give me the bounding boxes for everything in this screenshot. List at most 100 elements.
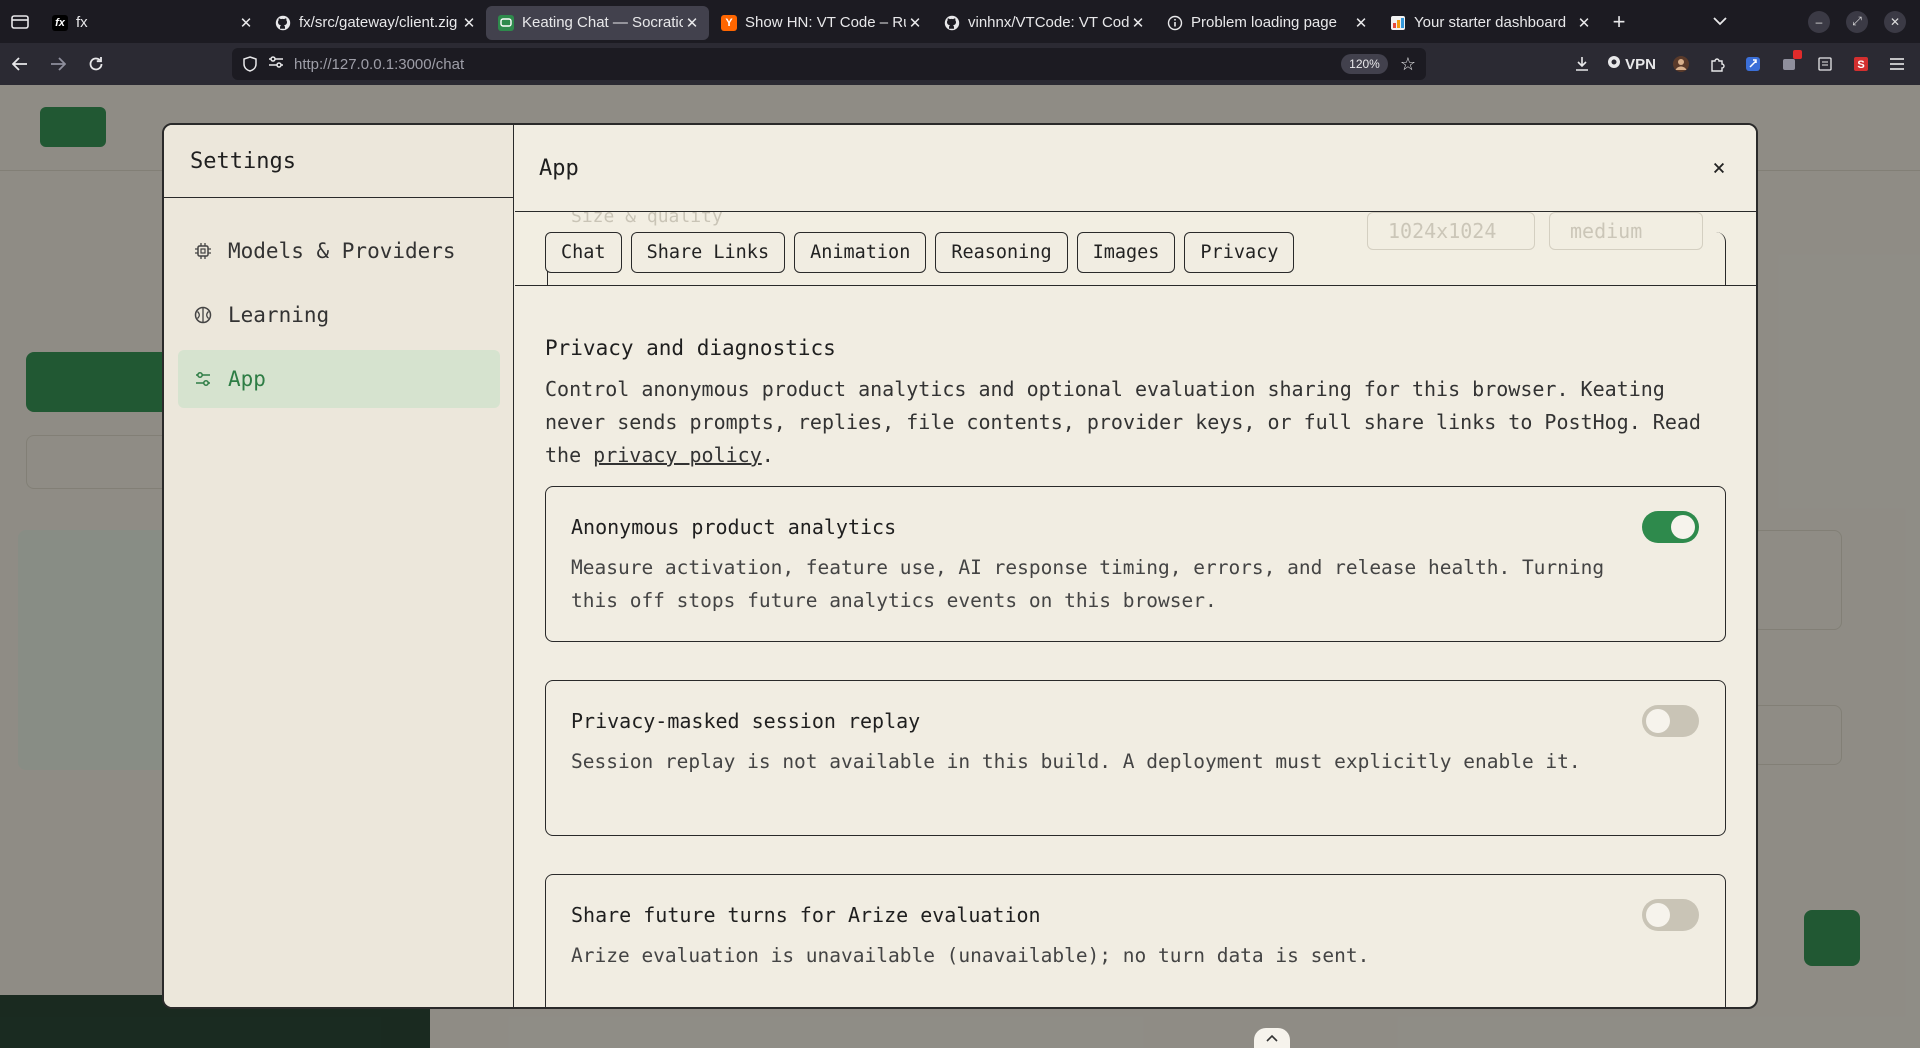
setting-description: Session replay is not available in this … <box>571 750 1581 773</box>
arize-evaluation-toggle[interactable] <box>1642 899 1699 931</box>
setting-title: Privacy-masked session replay <box>571 709 921 733</box>
nav-item-models-providers[interactable]: Models & Providers <box>178 222 500 280</box>
svg-text:S: S <box>1857 59 1864 71</box>
reload-icon[interactable] <box>78 48 114 80</box>
address-bar[interactable]: http://127.0.0.1:3000/chat 120% ☆ <box>232 48 1426 80</box>
github-favicon-icon <box>275 15 291 31</box>
nav-item-learning[interactable]: Learning <box>178 286 500 344</box>
browser-tab[interactable]: vinhnx/VTCode: VT Code ✕ <box>932 6 1155 40</box>
tab-title: Your starter dashboard <box>1414 14 1567 31</box>
tab-reasoning[interactable]: Reasoning <box>935 232 1068 273</box>
tab-title: vinhnx/VTCode: VT Code <box>968 14 1129 31</box>
window-controls: – ⤢ ✕ <box>1700 0 1920 43</box>
toolbar-extensions: VPN S <box>1571 43 1908 85</box>
close-tab-icon[interactable]: ✕ <box>1129 14 1147 32</box>
bitwarden-extension-icon[interactable] <box>1742 53 1764 75</box>
browser-tab[interactable]: Your starter dashboard ✕ <box>1378 6 1601 40</box>
tab-title: fx <box>76 14 88 31</box>
ghost-size-quality-label: Size & quality <box>571 212 723 227</box>
toggle-knob <box>1646 709 1670 733</box>
toggle-knob <box>1646 903 1670 927</box>
firefox-view-icon[interactable] <box>0 0 40 43</box>
browser-tab-active[interactable]: Keating Chat — Socratic ✕ <box>486 5 709 40</box>
vpn-label: VPN <box>1625 55 1656 73</box>
download-icon[interactable] <box>1571 53 1593 75</box>
session-replay-setting-card: Privacy-masked session replay Session re… <box>545 680 1726 836</box>
nav-item-app[interactable]: App <box>178 350 500 408</box>
s-extension-icon[interactable]: S <box>1850 53 1872 75</box>
session-replay-toggle[interactable] <box>1642 705 1699 737</box>
browser-tab[interactable]: Problem loading page ✕ <box>1155 6 1378 40</box>
menu-hamburger-icon[interactable] <box>1886 53 1908 75</box>
tab-images[interactable]: Images <box>1076 232 1176 273</box>
tab-share-links[interactable]: Share Links <box>630 232 786 273</box>
reader-view-icon[interactable] <box>1814 53 1836 75</box>
browser-nav-bar: http://127.0.0.1:3000/chat 120% ☆ VPN S <box>0 43 1920 85</box>
nav-item-label: App <box>228 367 266 391</box>
site-permissions-icon[interactable] <box>268 55 284 73</box>
minimize-icon[interactable]: – <box>1808 10 1830 33</box>
close-tab-icon[interactable]: ✕ <box>460 14 478 32</box>
forward-arrow-icon[interactable] <box>40 48 76 80</box>
chip-icon <box>194 241 214 261</box>
close-tab-icon[interactable]: ✕ <box>237 14 255 32</box>
tab-title: Problem loading page <box>1191 14 1337 31</box>
privacy-section-title: Privacy and diagnostics <box>545 336 836 360</box>
page-viewport: Settings Models & Providers Learning App <box>0 85 1920 1048</box>
privacy-policy-link[interactable]: privacy policy <box>593 443 762 467</box>
tab-title: Show HN: VT Code – Rust <box>745 14 906 31</box>
new-tab-plus-icon[interactable]: + <box>1601 9 1637 35</box>
sliders-icon <box>194 369 214 389</box>
keating-favicon-icon <box>498 14 514 31</box>
back-arrow-icon[interactable] <box>2 48 38 80</box>
extensions-puzzle-icon[interactable] <box>1706 53 1728 75</box>
tab-chat[interactable]: Chat <box>545 232 622 273</box>
nav-item-label: Learning <box>228 303 330 327</box>
browser-tab[interactable]: Y Show HN: VT Code – Rust ✕ <box>709 6 932 40</box>
tracking-shield-icon[interactable] <box>242 56 258 72</box>
tab-animation[interactable]: Animation <box>794 232 927 273</box>
setting-description: Arize evaluation is unavailable (unavail… <box>571 944 1370 967</box>
info-favicon-icon <box>1167 15 1183 31</box>
window-close-icon[interactable]: ✕ <box>1884 10 1906 33</box>
section-tabs-bar: Size & quality 1024x1024 medium Chat Sha… <box>515 212 1756 286</box>
tab-privacy[interactable]: Privacy <box>1184 232 1295 273</box>
tab-title: Keating Chat — Socratic <box>522 14 683 31</box>
panel-header: App × <box>515 125 1756 212</box>
browser-tab-bar: fx fx ✕ fx/src/gateway/client.zig ✕ Keat… <box>0 0 1920 43</box>
scroll-up-chevron-icon[interactable] <box>1254 1028 1290 1048</box>
url-text[interactable]: http://127.0.0.1:3000/chat <box>294 56 1341 73</box>
restore-icon[interactable]: ⤢ <box>1846 10 1868 33</box>
privacy-desc-end: . <box>761 443 774 467</box>
analytics-toggle[interactable] <box>1642 511 1699 543</box>
github-favicon-icon <box>944 15 960 31</box>
setting-description: Measure activation, feature use, AI resp… <box>571 556 1605 612</box>
toggle-knob <box>1671 515 1695 539</box>
tab-title: fx/src/gateway/client.zig <box>299 14 458 31</box>
account-avatar-icon[interactable] <box>1670 53 1692 75</box>
settings-sidebar: Settings Models & Providers Learning App <box>164 125 514 1007</box>
vpn-button[interactable]: VPN <box>1607 55 1656 73</box>
close-tab-icon[interactable]: ✕ <box>1575 14 1593 32</box>
section-tabs: Chat Share Links Animation Reasoning Ima… <box>545 232 1295 273</box>
settings-panel: App × Size & quality 1024x1024 medium Ch… <box>515 125 1756 1007</box>
fx-favicon-icon: fx <box>52 14 68 31</box>
browser-tab[interactable]: fx fx ✕ <box>40 6 263 40</box>
browser-tab[interactable]: fx/src/gateway/client.zig ✕ <box>263 6 486 40</box>
close-tab-icon[interactable]: ✕ <box>683 14 701 32</box>
bookmark-star-icon[interactable]: ☆ <box>1400 54 1416 75</box>
setting-title: Anonymous product analytics <box>571 515 897 539</box>
close-tab-icon[interactable]: ✕ <box>906 14 924 32</box>
nav-item-label: Models & Providers <box>228 239 456 263</box>
tab-list-chevron-icon[interactable] <box>1700 13 1740 31</box>
panel-title: App <box>539 155 579 181</box>
learning-icon <box>194 305 214 325</box>
zoom-level-badge[interactable]: 120% <box>1341 54 1388 74</box>
badge-dot-icon <box>1793 50 1802 59</box>
notification-extension-icon[interactable] <box>1778 50 1802 75</box>
dashboard-favicon-icon <box>1390 15 1406 31</box>
analytics-setting-card: Anonymous product analytics Measure acti… <box>545 486 1726 642</box>
close-tab-icon[interactable]: ✕ <box>1352 14 1370 32</box>
close-icon[interactable]: × <box>1706 155 1732 181</box>
arize-evaluation-setting-card: Share future turns for Arize evaluation … <box>545 874 1726 1007</box>
